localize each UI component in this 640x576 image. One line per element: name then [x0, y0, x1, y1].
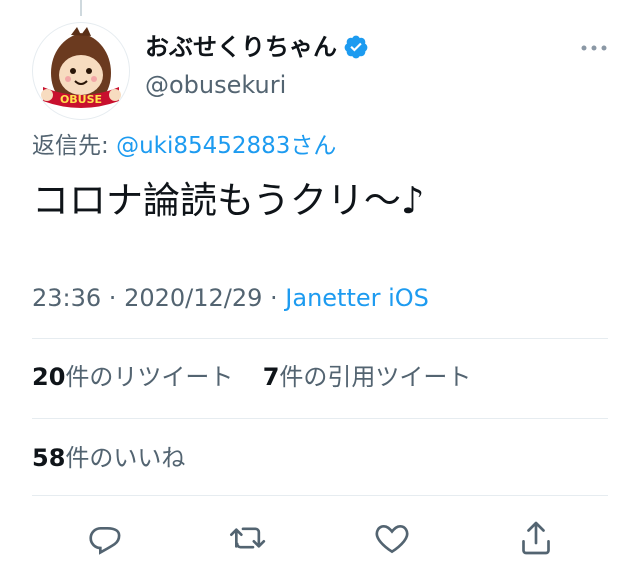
tweet-source-link[interactable]: Janetter iOS	[285, 284, 429, 312]
meta-separator: ·	[262, 284, 286, 312]
retweet-icon	[230, 527, 266, 549]
reply-button[interactable]	[82, 516, 126, 560]
tweet-time[interactable]: 23:36	[32, 284, 101, 312]
reply-suffix: さん	[290, 133, 337, 159]
retweets-count: 20	[32, 363, 66, 391]
likes-stats-row: 58件のいいね	[32, 442, 185, 474]
retweets-stat[interactable]: 20件のリツイート	[32, 363, 233, 391]
reply-icon	[89, 527, 121, 555]
tweet-metadata: 23:36 · 2020/12/29 · Janetter iOS	[32, 282, 429, 314]
divider	[32, 418, 608, 419]
reply-context: 返信先: @uki85452883さん	[32, 130, 336, 162]
quotes-stat[interactable]: 7件の引用ツイート	[263, 363, 472, 391]
avatar[interactable]: OBUSE	[32, 22, 130, 120]
share-icon	[522, 521, 550, 555]
thread-connector	[80, 0, 82, 16]
display-name-text: おぶせくりちゃん	[145, 33, 337, 61]
heart-icon	[375, 524, 409, 554]
action-bar	[32, 514, 608, 562]
likes-count: 58	[32, 444, 66, 472]
meta-separator: ·	[101, 284, 125, 312]
reply-prefix: 返信先:	[32, 133, 117, 159]
retweets-label: 件のリツイート	[65, 363, 234, 391]
quotes-label: 件の引用ツイート	[279, 363, 472, 391]
tweet-date[interactable]: 2020/12/29	[124, 284, 262, 312]
avatar-illustration: OBUSE	[41, 27, 121, 108]
display-name[interactable]: おぶせくりちゃん	[145, 32, 369, 62]
more-horizontal-icon[interactable]	[578, 40, 610, 56]
divider	[32, 338, 608, 339]
verified-badge-icon	[343, 34, 369, 60]
likes-stat[interactable]: 58件のいいね	[32, 444, 185, 472]
likes-label: 件のいいね	[65, 444, 186, 472]
user-handle[interactable]: @obusekuri	[145, 70, 286, 100]
retweet-button[interactable]	[226, 516, 270, 560]
share-button[interactable]	[514, 516, 558, 560]
divider	[32, 495, 608, 496]
reply-mention-link[interactable]: @uki85452883	[116, 133, 290, 159]
tweet-text: コロナ論読もうクリ〜♪	[32, 179, 425, 222]
quotes-count: 7	[262, 363, 280, 391]
retweet-stats-row: 20件のリツイート 7件の引用ツイート	[32, 361, 471, 393]
svg-text:OBUSE: OBUSE	[60, 93, 102, 106]
like-button[interactable]	[370, 516, 414, 560]
